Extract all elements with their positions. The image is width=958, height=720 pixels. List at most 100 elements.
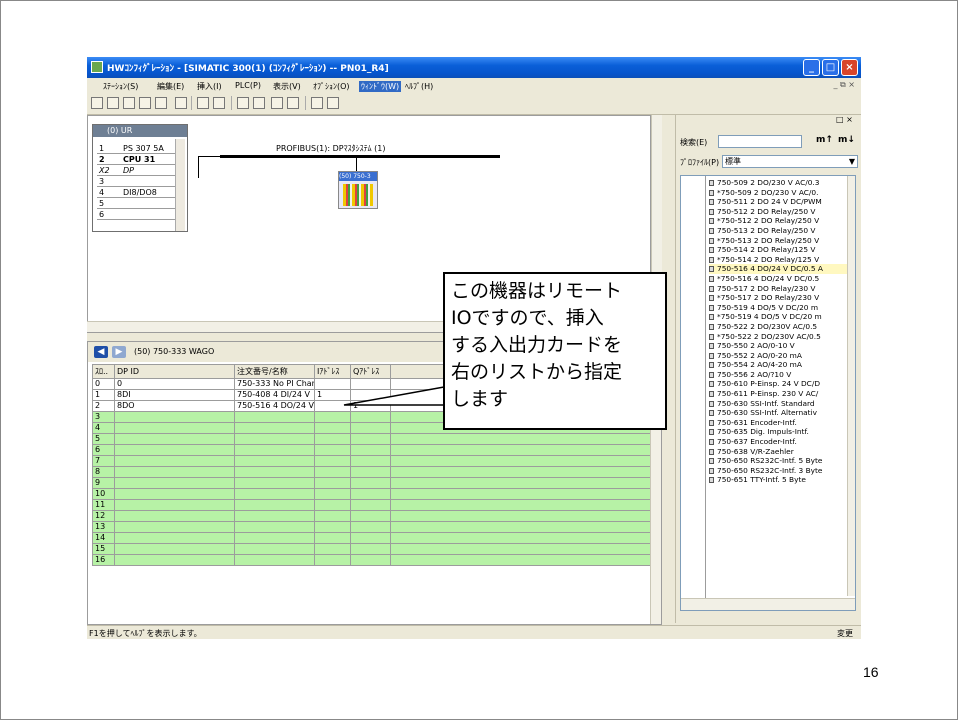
upload-icon[interactable]: [253, 97, 265, 109]
cell-slot[interactable]: 3: [92, 411, 115, 423]
diagnostics-icon[interactable]: [271, 97, 283, 109]
catalog-item[interactable]: 750-651 TTY-Intf. 5 Byte: [709, 475, 847, 485]
cell-dpid[interactable]: 8DO: [114, 400, 235, 412]
cell-order[interactable]: [234, 554, 315, 566]
cell-dpid[interactable]: [114, 477, 235, 489]
cell-iaddr[interactable]: [314, 488, 351, 500]
catalog-item[interactable]: 750-631 Encoder-Intf.: [709, 418, 847, 428]
title-bar[interactable]: HWｺﾝﾌｨｸﾞﾚｰｼｮﾝ - [SIMATIC 300(1) (ｺﾝﾌｨｸﾞﾚ…: [87, 57, 861, 78]
cell-order[interactable]: [234, 455, 315, 467]
catalog-item[interactable]: 750-550 2 AO/0-10 V: [709, 341, 847, 351]
catalog-item[interactable]: 750-637 Encoder-Intf.: [709, 437, 847, 447]
minimize-button[interactable]: _: [803, 59, 820, 76]
menu-window[interactable]: ｳｨﾝﾄﾞｳ(W): [359, 81, 402, 92]
cell-qaddr[interactable]: 1: [350, 400, 391, 412]
cell-comment[interactable]: [390, 466, 652, 478]
cell-slot[interactable]: 4: [92, 422, 115, 434]
cell-order[interactable]: 750-516 4 DO/24 V: [234, 400, 315, 412]
cell-comment[interactable]: [390, 444, 652, 456]
forward-arrow-icon[interactable]: ▶: [112, 346, 126, 358]
cell-slot[interactable]: 5: [92, 433, 115, 445]
catalog-item[interactable]: 750-554 2 AO/4-20 mA: [709, 360, 847, 370]
cell-iaddr[interactable]: [314, 433, 351, 445]
cell-qaddr[interactable]: [350, 466, 391, 478]
cell-order[interactable]: [234, 532, 315, 544]
cell-order[interactable]: [234, 411, 315, 423]
col-order[interactable]: 注文番号/名称: [234, 364, 315, 379]
catalog-item[interactable]: 750-630 SSI-Intf. Standard: [709, 399, 847, 409]
cell-comment[interactable]: [390, 554, 652, 566]
catalog-item[interactable]: 750-519 4 DO/5 V DC/20 m: [709, 303, 847, 313]
help-icon[interactable]: [327, 97, 339, 109]
cell-comment[interactable]: [390, 488, 652, 500]
cell-order[interactable]: [234, 466, 315, 478]
menu-station[interactable]: ｽﾃｰｼｮﾝ(S): [103, 81, 138, 92]
cell-qaddr[interactable]: [350, 455, 391, 467]
table-row[interactable]: 16: [92, 554, 652, 566]
cell-qaddr[interactable]: [350, 433, 391, 445]
table-row[interactable]: 13: [92, 521, 652, 533]
cell-comment[interactable]: [390, 499, 652, 511]
catalog-item[interactable]: *750-512 2 DO Relay/250 V: [709, 216, 847, 226]
table-row[interactable]: 6: [92, 444, 652, 456]
cell-order[interactable]: 750-408 4 DI/24 V: [234, 389, 315, 401]
cell-order[interactable]: [234, 444, 315, 456]
search-input[interactable]: [718, 135, 802, 148]
cell-slot[interactable]: 9: [92, 477, 115, 489]
table-row[interactable]: 9: [92, 477, 652, 489]
menu-plc[interactable]: PLC(P): [235, 81, 261, 90]
back-arrow-icon[interactable]: ◀: [94, 346, 108, 358]
cell-qaddr[interactable]: [350, 510, 391, 522]
catalog-item[interactable]: 750-611 P-Einsp. 230 V AC/: [709, 389, 847, 399]
cell-comment[interactable]: [390, 510, 652, 522]
catalog-item[interactable]: 750-610 P-Einsp. 24 V DC/D: [709, 379, 847, 389]
cell-qaddr[interactable]: [350, 521, 391, 533]
save-compile-icon[interactable]: [155, 97, 167, 109]
cell-iaddr[interactable]: [314, 422, 351, 434]
cell-qaddr[interactable]: [350, 554, 391, 566]
cell-slot[interactable]: 16: [92, 554, 115, 566]
cell-slot[interactable]: 11: [92, 499, 115, 511]
menu-edit[interactable]: 編集(E): [157, 81, 184, 92]
cell-slot[interactable]: 7: [92, 455, 115, 467]
catalog-item[interactable]: 750-516 4 DO/24 V DC/0.5 A: [709, 264, 847, 274]
cell-slot[interactable]: 15: [92, 543, 115, 555]
cell-dpid[interactable]: [114, 411, 235, 423]
catalog-item[interactable]: 750-630 SSI-Intf. Alternativ: [709, 408, 847, 418]
new-icon[interactable]: [91, 97, 103, 109]
col-slot[interactable]: ｽﾛ..: [92, 364, 115, 379]
catalog-item[interactable]: 750-514 2 DO Relay/125 V: [709, 245, 847, 255]
catalog-item[interactable]: 750-552 2 AO/0-20 mA: [709, 351, 847, 361]
cell-dpid[interactable]: [114, 499, 235, 511]
cell-iaddr[interactable]: [314, 455, 351, 467]
table-row[interactable]: 5: [92, 433, 652, 445]
cell-order[interactable]: [234, 422, 315, 434]
col-iaddr[interactable]: Iｱﾄﾞﾚｽ: [314, 364, 351, 379]
copy-icon[interactable]: [197, 97, 209, 109]
cell-dpid[interactable]: [114, 543, 235, 555]
cell-dpid[interactable]: [114, 532, 235, 544]
rack-row[interactable]: 4 DI8/DO8: [97, 187, 185, 198]
cell-comment[interactable]: [390, 543, 652, 555]
menu-view[interactable]: 表示(V): [273, 81, 301, 92]
cell-qaddr[interactable]: [350, 477, 391, 489]
cell-dpid[interactable]: 8DI: [114, 389, 235, 401]
cell-order[interactable]: [234, 477, 315, 489]
table-row[interactable]: 14: [92, 532, 652, 544]
cell-iaddr[interactable]: [314, 411, 351, 423]
cell-dpid[interactable]: [114, 521, 235, 533]
cell-order[interactable]: 750-333 No PI Char: [234, 378, 315, 390]
print-icon[interactable]: [175, 97, 187, 109]
cell-dpid[interactable]: [114, 455, 235, 467]
cell-slot[interactable]: 6: [92, 444, 115, 456]
search-up-button[interactable]: m↓: [838, 135, 855, 145]
cell-iaddr[interactable]: [314, 521, 351, 533]
catalog-item[interactable]: *750-519 4 DO/5 V DC/20 m: [709, 312, 847, 322]
cell-qaddr[interactable]: [350, 499, 391, 511]
cell-dpid[interactable]: 0: [114, 378, 235, 390]
profile-select[interactable]: 標準 ▼: [722, 155, 858, 168]
cell-slot[interactable]: 0: [92, 378, 115, 390]
menu-help[interactable]: ﾍﾙﾌﾟ(H): [405, 81, 433, 92]
cell-order[interactable]: [234, 488, 315, 500]
rack-scrollbar[interactable]: [175, 139, 185, 231]
